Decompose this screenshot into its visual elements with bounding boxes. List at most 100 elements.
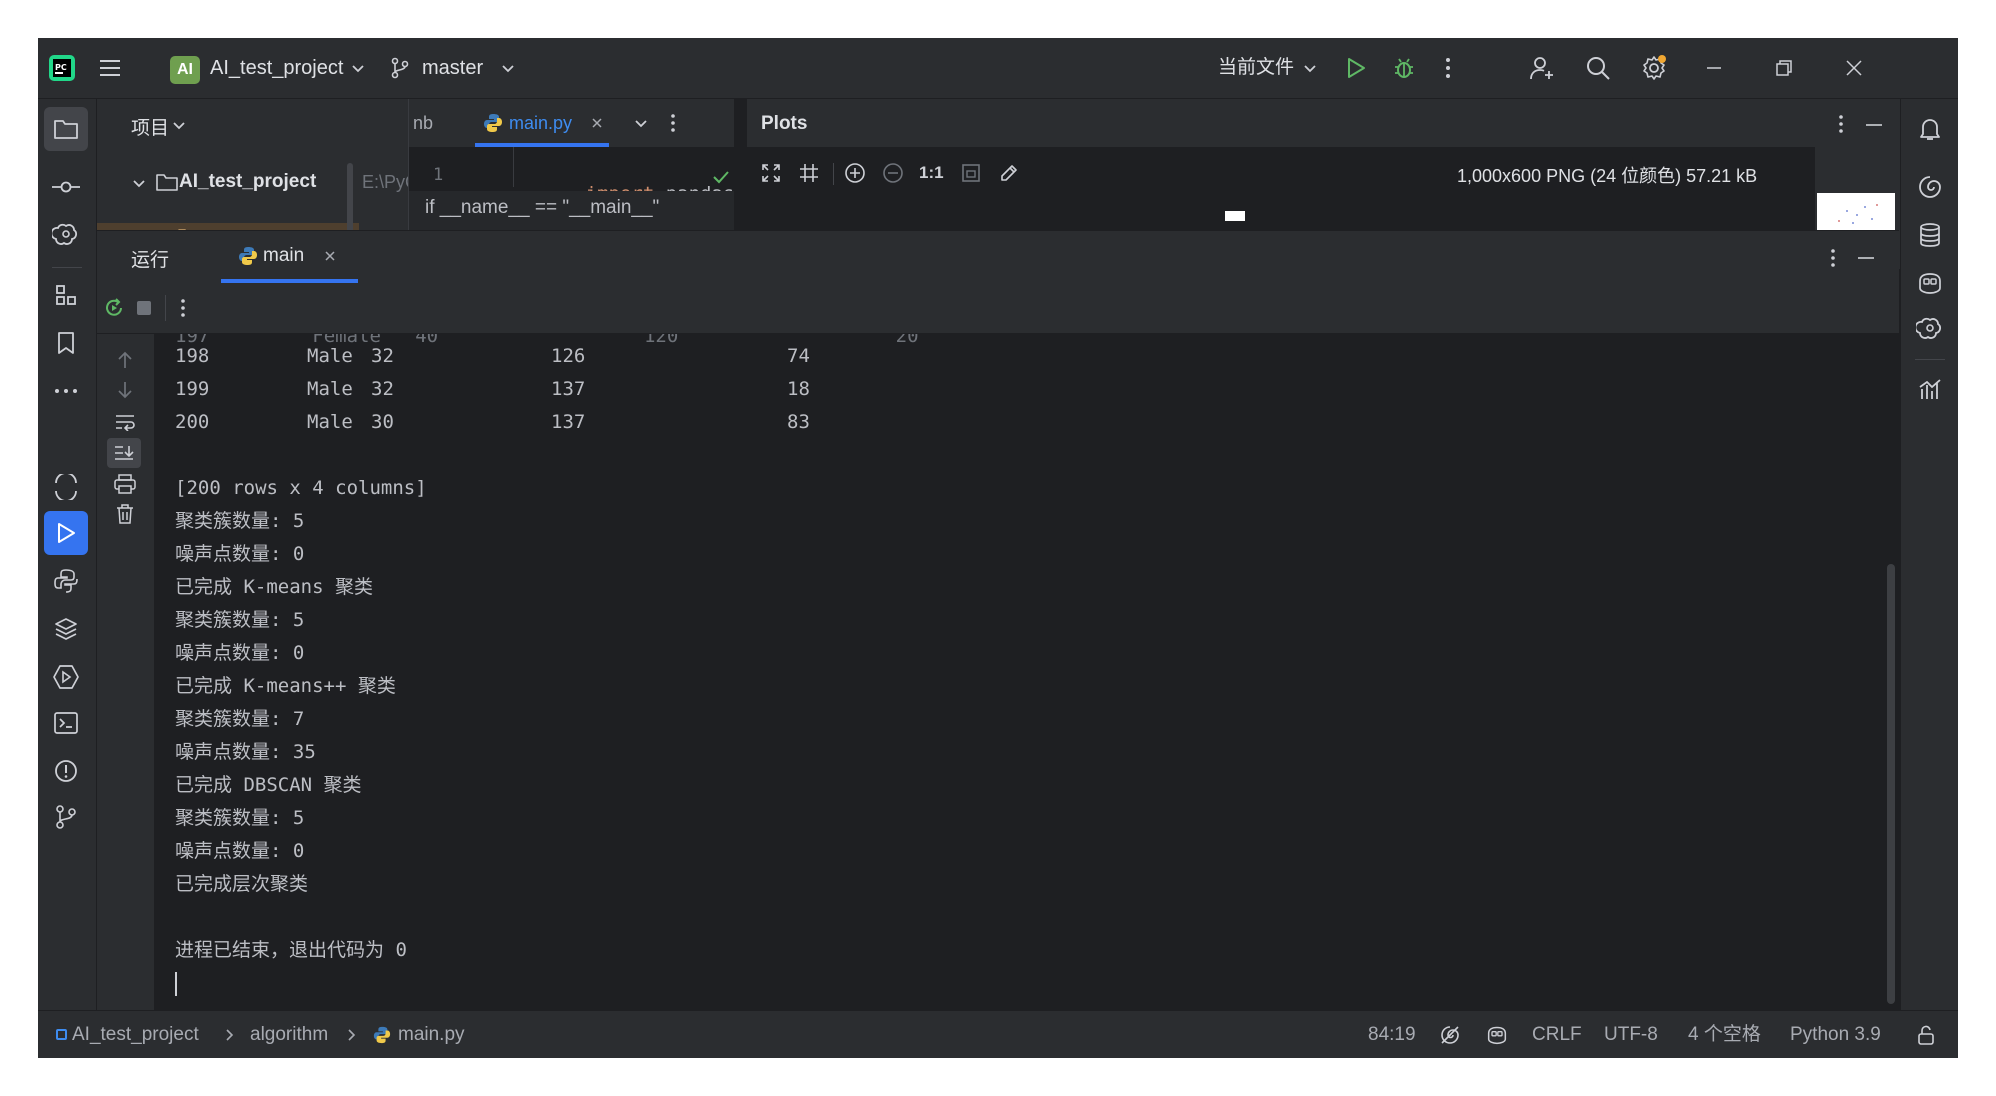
row-age: 30 [371,411,394,433]
indent-setting[interactable]: 4 个空格 [1688,1011,1761,1058]
python-run-icon [237,245,259,267]
zoom-out-icon[interactable] [881,161,905,185]
run-tool-icon[interactable] [44,511,88,555]
project-panel-title[interactable]: 项目 [131,113,169,140]
fit-window-icon[interactable] [959,161,983,185]
structure-icon[interactable] [44,273,88,317]
scroll-to-end-icon[interactable] [107,438,141,468]
run-options-icon[interactable] [1825,245,1841,271]
services-icon[interactable] [44,465,88,509]
arrow-down-icon[interactable] [111,376,139,404]
unlock-icon[interactable] [1914,1023,1938,1047]
python-interpreter[interactable]: Python 3.9 [1790,1011,1881,1058]
fit-zoom-icon[interactable] [759,161,783,185]
soft-wrap-icon[interactable] [111,408,139,436]
more-actions-icon[interactable] [1436,52,1460,84]
run-more-icon[interactable] [175,295,191,321]
restore-icon[interactable] [1768,52,1800,84]
more-tools-icon[interactable] [44,369,88,413]
arrow-up-icon[interactable] [111,346,139,374]
close-tab-icon[interactable] [323,249,337,263]
ai-assistant-icon[interactable] [1908,307,1952,351]
console-line: 聚类簇数量: 5 [175,807,305,829]
close-window-icon[interactable] [1838,52,1870,84]
editor-tab-active[interactable]: main.py [509,113,572,134]
branch-name[interactable]: master [422,38,483,98]
color-picker-icon[interactable] [997,161,1021,185]
plots-options-icon[interactable] [1833,111,1849,137]
sticky-line-text[interactable]: if __name__ == "__main__" [425,197,659,219]
add-user-icon[interactable] [1526,52,1558,84]
tabs-dropdown-icon[interactable] [633,115,649,131]
print-icon[interactable] [111,470,139,498]
project-name[interactable]: AI_test_project [210,38,343,98]
sciview-chart-icon[interactable] [1908,367,1952,411]
actual-size-button[interactable]: 1:1 [919,163,944,183]
zoom-in-icon[interactable] [843,161,867,185]
run-config-selector[interactable]: 当前文件 [1218,38,1294,98]
module-icon [56,1029,67,1040]
python-packages-icon[interactable] [44,607,88,651]
trash-icon[interactable] [111,500,139,528]
caret-position[interactable]: 84:19 [1368,1011,1416,1058]
search-icon[interactable] [1582,52,1614,84]
console-line: 噪声点数量: 35 [175,741,316,763]
python-console-icon[interactable] [44,559,88,603]
close-tab-icon[interactable] [589,115,605,131]
plots-title: Plots [761,113,808,134]
hide-panel-icon[interactable] [1863,115,1885,135]
console-line: 已完成 DBSCAN 聚类 [175,774,362,796]
breadcrumb-file[interactable]: main.py [398,1011,465,1058]
left-tool-strip [38,99,97,1010]
chevron-down-icon [500,60,516,76]
hide-panel-icon[interactable] [1855,247,1877,269]
main-menu-icon[interactable] [94,52,126,84]
row-score: 74 [787,345,810,367]
settings-gear-icon[interactable] [1638,52,1670,84]
commit-icon[interactable] [44,165,88,209]
notifications-bell-icon[interactable] [1908,107,1952,151]
debug-icon[interactable] [1388,52,1420,84]
run-tab-main[interactable]: main [263,245,304,267]
grid-icon[interactable] [797,161,821,185]
console-line: 聚类簇数量: 5 [175,510,305,532]
minimize-icon[interactable] [1698,52,1730,84]
tab-options-icon[interactable] [665,111,681,135]
ai-disabled-icon[interactable] [1438,1023,1462,1047]
row-gender: Male [307,378,353,400]
run-side-toolbar [97,334,155,1010]
bookmarks-icon[interactable] [44,321,88,365]
rerun-icon[interactable] [101,295,127,321]
copilot-icon[interactable] [1908,261,1952,305]
ai-assistant-icon[interactable] [44,213,88,257]
pycharm-icon[interactable]: PC [46,52,78,84]
chevron-down-icon [350,60,366,76]
breadcrumb-project[interactable]: AI_test_project [72,1011,199,1058]
console-output[interactable]: 197 Female 40 120 20 198 Male 32 126 74 … [155,334,1899,1010]
ai-chat-spiral-icon[interactable] [1908,165,1952,209]
services-run-icon[interactable] [44,655,88,699]
branch-icon [388,56,412,80]
row-age: 32 [371,345,394,367]
git-icon[interactable] [44,795,88,839]
project-tool-folder-icon[interactable] [44,107,88,151]
console-scrollbar[interactable] [1887,564,1895,1004]
problems-icon[interactable] [44,749,88,793]
run-icon[interactable] [1340,52,1372,84]
terminal-icon[interactable] [44,701,88,745]
chevron-down-icon[interactable] [131,175,147,191]
project-root-name[interactable]: AI_test_project [179,171,316,193]
database-icon[interactable] [1908,213,1952,257]
row-gender: Male [307,345,353,367]
stop-icon[interactable] [131,295,157,321]
breadcrumb-folder[interactable]: algorithm [250,1011,328,1058]
copilot-status-icon[interactable] [1484,1023,1510,1047]
console-line: [200 rows x 4 columns] [175,477,427,499]
python-file-icon [372,1025,392,1045]
file-encoding[interactable]: UTF-8 [1604,1011,1658,1058]
chevron-down-icon [171,117,187,133]
console-line: 已完成 K-means 聚类 [175,576,373,598]
line-ending[interactable]: CRLF [1532,1011,1582,1058]
editor-tab-partial[interactable]: nb [413,113,433,134]
plot-preview-image [1225,211,1245,221]
